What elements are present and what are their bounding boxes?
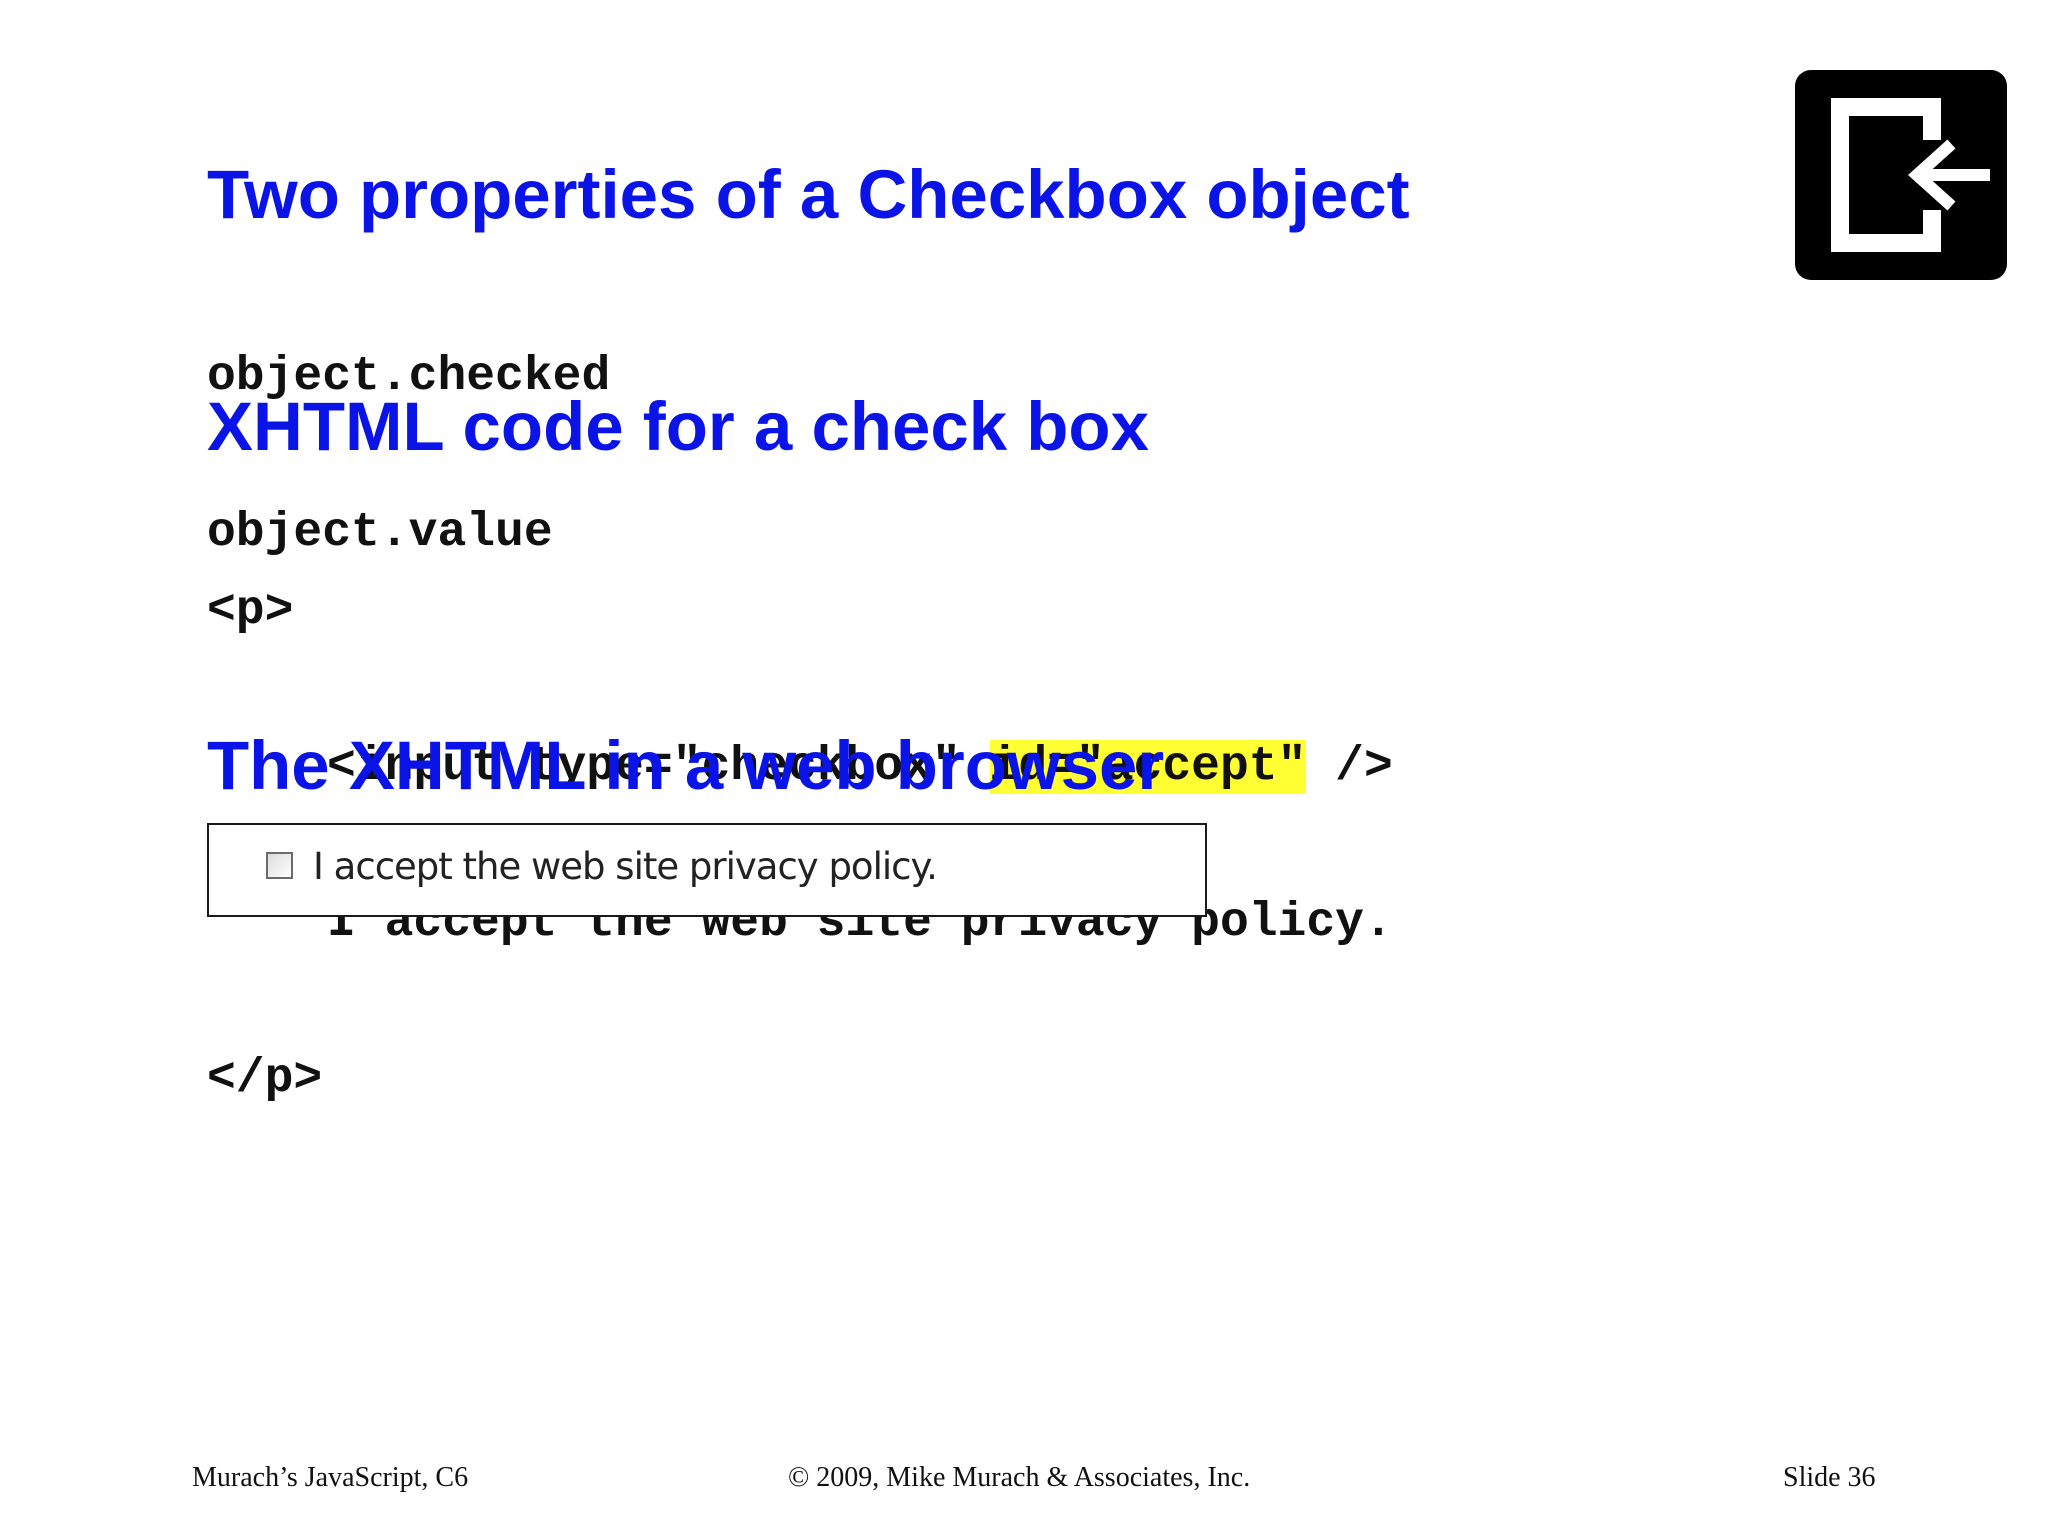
footer-book-title: Murach’s JavaScript, C6 [192,1462,469,1493]
footer-copyright: © 2009, Mike Murach & Associates, Inc. [788,1462,1251,1493]
xhtml-code-block: <p> <input type="checkbox" id="accept" /… [207,481,1393,1157]
footer-slide-number: Slide 36 [1783,1462,1876,1493]
code-line: </p> [207,1052,323,1106]
heading-xhtml-code: XHTML code for a check box [207,388,1149,465]
code-line: <p> [207,584,294,638]
browser-preview: I accept the web site privacy policy. [207,823,1207,917]
heading-properties: Two properties of a Checkbox object [207,156,1410,233]
checkbox-label[interactable]: I accept the web site privacy policy. [313,845,938,888]
accept-checkbox[interactable] [266,852,293,879]
exit-door-arrow-icon[interactable] [1795,70,2007,280]
code-text: /> [1306,740,1393,794]
heading-browser: The XHTML in a web browser [207,727,1165,804]
